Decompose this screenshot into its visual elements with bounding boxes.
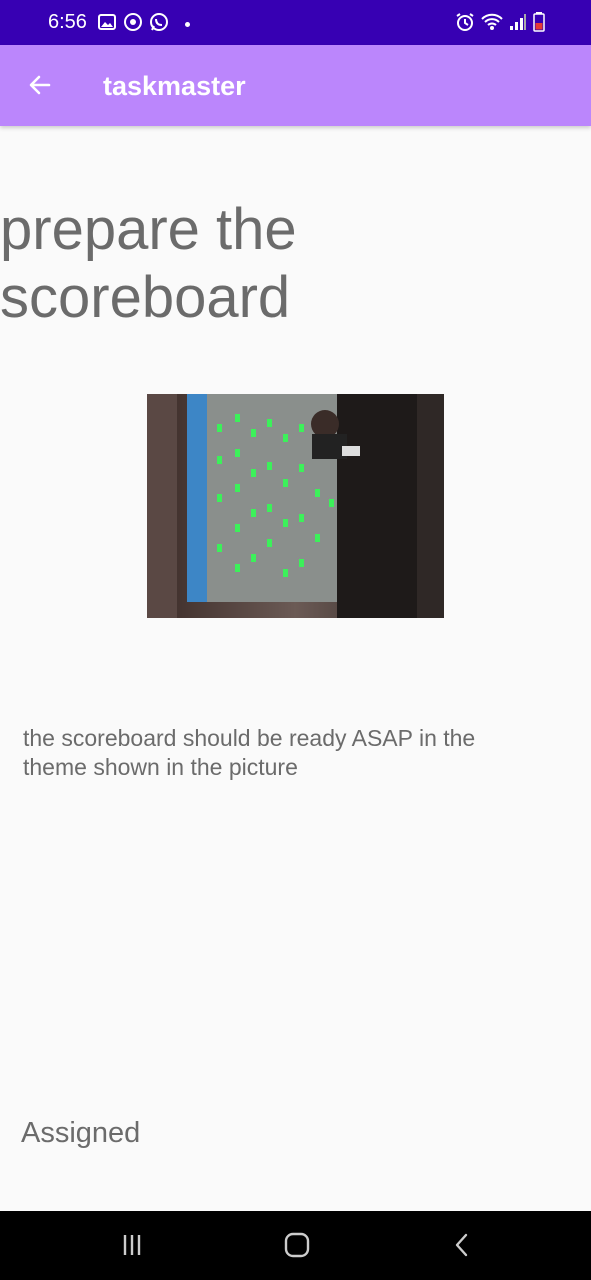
task-image [147,394,444,618]
alarm-icon [455,12,475,36]
back-button[interactable] [18,65,62,109]
notification-dot [185,21,190,27]
wifi-icon [481,12,503,36]
nav-bar [0,1211,591,1280]
gallery-icon [97,12,117,36]
whatsapp-icon [149,12,169,36]
back-icon [451,1232,473,1262]
status-left-icons [97,12,190,36]
nav-back-button[interactable] [444,1229,480,1265]
status-bar: 6:56 [0,0,591,45]
signal-icon [509,12,527,36]
sync-icon [123,12,143,36]
battery-icon [533,12,545,36]
recents-icon [119,1232,145,1262]
arrow-left-icon [27,72,53,102]
status-time: 6:56 [48,11,87,33]
status-right-icons [455,12,545,36]
app-bar: taskmaster [0,45,591,126]
recents-button[interactable] [114,1229,150,1265]
task-state: Assigned [21,1117,141,1149]
task-title: prepare the scoreboard [0,197,297,330]
home-icon [283,1231,311,1263]
app-title: taskmaster [103,71,246,101]
task-body: the scoreboard should be ready ASAP in t… [23,725,476,780]
home-button[interactable] [279,1229,315,1265]
